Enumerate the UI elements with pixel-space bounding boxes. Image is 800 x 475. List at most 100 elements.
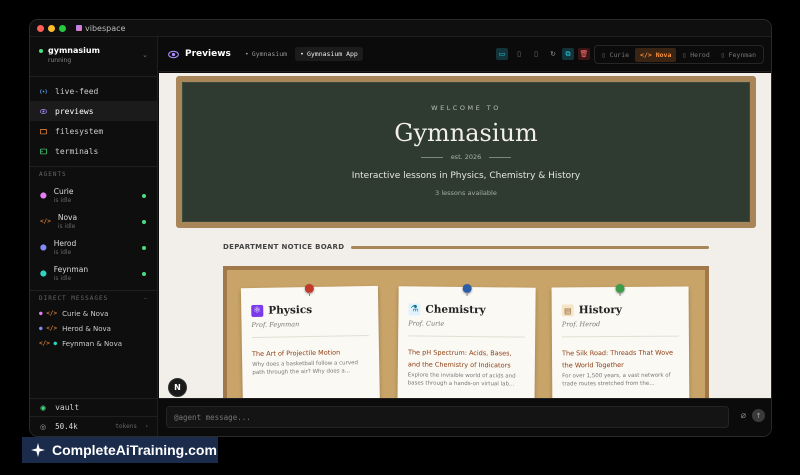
dm-feynman-nova[interactable]: </> ● Feynman & Nova (30, 336, 157, 351)
divider (251, 334, 369, 339)
close-window-button[interactable] (37, 24, 44, 32)
lesson-card-chemistry[interactable]: ⚗ Chemistry Prof. Curie The pH Spectrum: … (397, 283, 536, 402)
card-title: Physics (268, 303, 313, 317)
lessons-count: 3 lessons available (435, 189, 497, 197)
attach-icon[interactable]: ⌀ (741, 411, 746, 421)
vault-link[interactable]: ◉ vault (30, 398, 157, 416)
vault-icon: ◉ (40, 403, 47, 412)
eye-icon (40, 108, 47, 114)
nav-label: previews (55, 106, 94, 116)
agent-message-input[interactable] (166, 406, 729, 428)
dm-herod-nova[interactable]: ● </> Herod & Nova (30, 321, 157, 336)
agent-curie[interactable]: ⬤ Curie is idle (30, 182, 157, 208)
card-title: History (578, 303, 623, 317)
nav-label: filesystem (55, 126, 104, 136)
tablet-view-icon[interactable]: ▯ (513, 48, 525, 60)
lesson-card-physics[interactable]: ⚛ Physics Prof. Feynman The Art of Projec… (240, 283, 381, 402)
agent-status: is idle (53, 274, 72, 282)
message-composer: ⌀ ↑ (159, 398, 771, 436)
atom-icon: ⚛ (251, 304, 264, 318)
workspace-status: running (48, 57, 72, 64)
lesson-title[interactable]: The Silk Road: Threads That Wove the Wor… (562, 347, 679, 372)
minimize-window-button[interactable] (48, 24, 55, 32)
pair-avatar-icon: ● </> (39, 310, 58, 317)
agents-section-header: AGENTS (30, 166, 157, 182)
page-title: Previews (185, 49, 231, 59)
agent-avatar-icon: ⬤ (40, 191, 47, 199)
terminal-icon (40, 148, 47, 154)
nav-filesystem[interactable]: filesystem (30, 121, 157, 141)
agent-name: Herod (53, 238, 77, 248)
pair-avatar-icon: </> ● (39, 340, 58, 347)
notice-board-header: DEPARTMENT NOTICE BOARD (223, 243, 709, 251)
folder-icon (40, 128, 47, 134)
watermark-banner: CompleteAiTraining.com (22, 437, 218, 463)
agent-avatar-icon: ⬤ (40, 243, 47, 251)
lesson-title[interactable]: The pH Spectrum: Acids, Bases, and the C… (408, 346, 525, 371)
agent-switcher: ▯ Curie </> Nova ▯ Herod ▯ Feynman (593, 45, 764, 64)
lesson-description: Why does a basketball follow a curved pa… (252, 360, 359, 376)
preview-frame[interactable]: WELCOME TO Gymnasium est. 2026 Interacti… (159, 73, 771, 402)
chalkboard: WELCOME TO Gymnasium est. 2026 Interacti… (182, 82, 750, 222)
eye-icon (168, 50, 179, 58)
signal-icon (40, 88, 47, 94)
mobile-view-icon[interactable]: ▯ (530, 48, 542, 60)
agent-name: Nova (57, 212, 78, 222)
pushpin-icon (462, 283, 472, 294)
agent-nova[interactable]: </> Nova is idle (30, 208, 157, 234)
app-logo-icon (76, 25, 82, 31)
code-avatar-icon: </> (40, 217, 51, 225)
framework-badge[interactable]: N (168, 378, 187, 397)
dm-label: Feynman & Nova (62, 339, 123, 348)
chalkboard-frame: WELCOME TO Gymnasium est. 2026 Interacti… (176, 76, 756, 228)
send-button[interactable]: ↑ (752, 409, 765, 422)
lesson-description: Explore the invisible world of acids and… (407, 372, 516, 388)
agent-name: Feynman (53, 264, 89, 274)
subtitle: Interactive lessons in Physics, Chemistr… (351, 171, 581, 181)
switch-nova[interactable]: </> Nova (635, 47, 677, 62)
tab-gymnasium-app[interactable]: • Gymnasium App (295, 47, 363, 61)
maximize-window-button[interactable] (59, 24, 66, 32)
pair-avatar-icon: ● </> (39, 325, 58, 332)
online-dot (142, 272, 146, 276)
agent-feynman[interactable]: ⬤ Feynman is idle (30, 260, 157, 286)
lesson-card-history[interactable]: ▤ History Prof. Herod The Silk Road: Thre… (551, 283, 690, 402)
agent-name: Curie (53, 186, 74, 196)
tab-dot-icon: • (300, 50, 304, 58)
divider (489, 156, 512, 158)
collapse-icon[interactable]: – (144, 295, 148, 302)
corkboard: ⚛ Physics Prof. Feynman The Art of Projec… (223, 266, 709, 402)
switch-curie[interactable]: ▯ Curie (597, 48, 634, 62)
chevron-right-icon: › (145, 423, 148, 430)
tab-dot-icon: • (244, 50, 249, 58)
desktop-view-icon[interactable]: ▭ (496, 48, 508, 60)
card-title: Chemistry (425, 303, 486, 317)
title-bar: vibespace (30, 20, 771, 37)
nav-live-feed[interactable]: live-feed (30, 81, 157, 101)
lesson-title[interactable]: The Art of Projectile Motion (252, 346, 369, 360)
agent-herod[interactable]: ⬤ Herod is idle (30, 234, 157, 260)
switch-herod[interactable]: ▯ Herod (677, 48, 714, 62)
open-external-icon[interactable]: ⧉ (562, 48, 574, 60)
flask-icon: ⚗ (408, 303, 421, 316)
workspace-selector[interactable]: gymnasium running ⌄ (30, 37, 157, 77)
delete-icon[interactable]: 🗑 (578, 48, 590, 60)
agent-avatar-icon: ⬤ (40, 269, 47, 277)
sidebar: gymnasium running ⌄ live-feed previews f… (30, 37, 158, 436)
agent-status: is idle (53, 196, 72, 204)
token-usage[interactable]: ◎ 50.4k tokens › (30, 416, 157, 436)
pushpin-icon (304, 283, 314, 294)
refresh-icon[interactable]: ↻ (547, 48, 559, 60)
dm-curie-nova[interactable]: ● </> Curie & Nova (30, 306, 157, 321)
scroll-icon: ▤ (561, 304, 574, 317)
workspace-name: gymnasium (48, 46, 100, 55)
switch-feynman[interactable]: ▯ Feynman (716, 48, 761, 62)
dm-label: Curie & Nova (62, 309, 109, 318)
nav-previews[interactable]: previews (30, 101, 157, 121)
lesson-description: For over 1,500 years, a vast network of … (562, 372, 671, 387)
divider (420, 156, 443, 158)
nav-terminals[interactable]: terminals (30, 141, 157, 161)
watermark-logo-icon (31, 443, 45, 457)
tab-gymnasium[interactable]: • Gymnasium (240, 47, 292, 61)
divider (351, 245, 709, 249)
